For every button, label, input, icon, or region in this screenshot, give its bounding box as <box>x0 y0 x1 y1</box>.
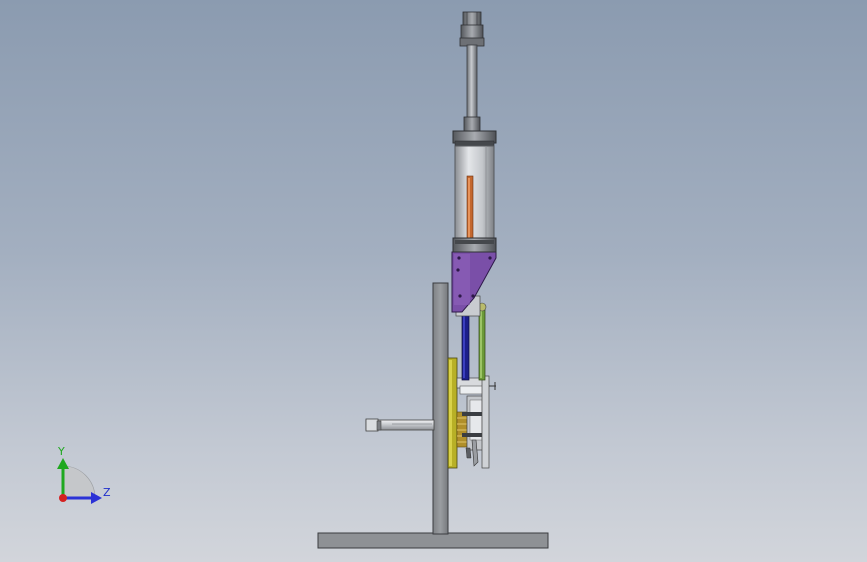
triad-y-label: Y <box>57 445 65 458</box>
triad-z-label: Z <box>103 486 111 499</box>
coordinate-triad: Y Z <box>57 445 111 504</box>
triad-quadrant <box>62 465 96 499</box>
cad-viewport[interactable]: Y Z <box>0 0 867 562</box>
triad-x-axis-origin <box>59 494 67 502</box>
